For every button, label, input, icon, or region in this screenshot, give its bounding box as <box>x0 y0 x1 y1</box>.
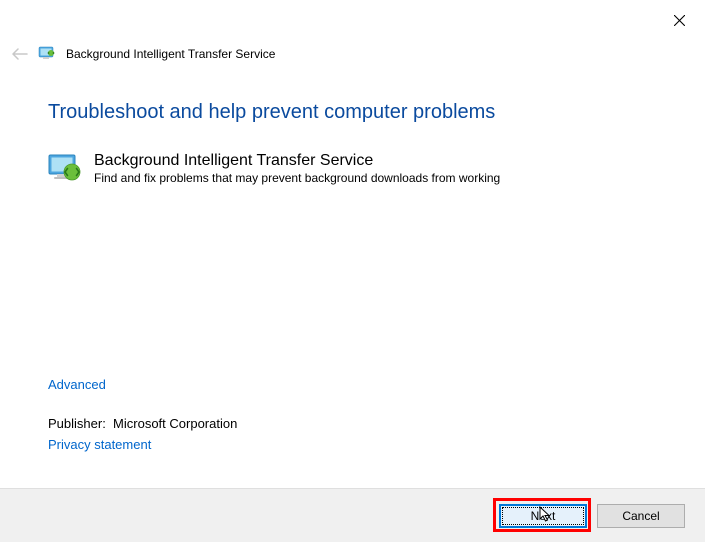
back-arrow-icon <box>12 47 28 61</box>
close-icon <box>674 15 685 26</box>
next-button[interactable]: Next <box>499 504 587 528</box>
troubleshooter-description: Find and fix problems that may prevent b… <box>94 171 500 185</box>
window-title: Background Intelligent Transfer Service <box>66 47 275 61</box>
publisher-info: Publisher: Microsoft Corporation <box>48 416 237 431</box>
troubleshooter-item-icon <box>48 154 82 187</box>
close-button[interactable] <box>667 8 691 32</box>
troubleshooter-title: Background Intelligent Transfer Service <box>94 152 500 170</box>
cancel-button-label: Cancel <box>622 509 659 523</box>
troubleshooter-header-icon <box>38 46 56 61</box>
page-heading: Troubleshoot and help prevent computer p… <box>48 101 657 124</box>
advanced-link[interactable]: Advanced <box>48 377 237 392</box>
privacy-statement-link[interactable]: Privacy statement <box>48 437 237 452</box>
publisher-value: Microsoft Corporation <box>113 416 237 431</box>
button-bar: Next Cancel <box>0 488 705 542</box>
back-button[interactable] <box>12 47 28 61</box>
cancel-button[interactable]: Cancel <box>597 504 685 528</box>
next-button-label: Next <box>531 509 556 523</box>
publisher-label: Publisher: <box>48 416 106 431</box>
